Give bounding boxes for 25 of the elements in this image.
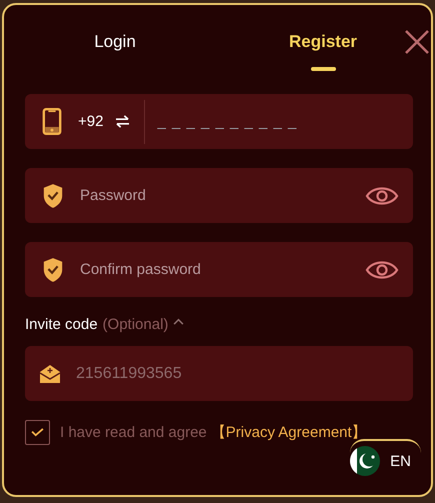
phone-number-input[interactable]: _ _ _ _ _ _ _ _ _ _ xyxy=(157,113,399,130)
agreement-text: I have read and agree xyxy=(60,424,207,441)
country-code[interactable]: +92 xyxy=(78,113,104,130)
password-field[interactable]: Password xyxy=(25,168,413,223)
close-icon[interactable] xyxy=(404,29,430,55)
invite-code-label: Invite code xyxy=(25,316,98,333)
phone-icon xyxy=(42,107,62,136)
flag-icon xyxy=(350,446,380,476)
shield-check-icon xyxy=(42,182,64,208)
privacy-agreement-link[interactable]: 【Privacy Agreement】 xyxy=(210,423,367,442)
chevron-icon[interactable] xyxy=(173,318,184,325)
phone-field[interactable]: +92 _ _ _ _ _ _ _ _ _ _ xyxy=(25,94,413,149)
tab[interactable]: Register xyxy=(247,27,399,57)
tab-underline xyxy=(310,67,336,71)
password-field[interactable]: Confirm password xyxy=(25,242,413,297)
agreement-checkbox[interactable] xyxy=(25,420,50,445)
password-input[interactable]: Password xyxy=(80,187,353,204)
tab[interactable]: Login xyxy=(25,27,205,57)
password-input[interactable]: Confirm password xyxy=(80,261,353,278)
optional-label: (Optional) xyxy=(102,316,168,333)
shield-check-icon xyxy=(42,256,64,282)
swap-icon[interactable] xyxy=(115,115,130,128)
language-button[interactable]: EN xyxy=(350,439,421,478)
checkmark-icon xyxy=(31,428,44,437)
envelope-icon xyxy=(39,364,61,384)
